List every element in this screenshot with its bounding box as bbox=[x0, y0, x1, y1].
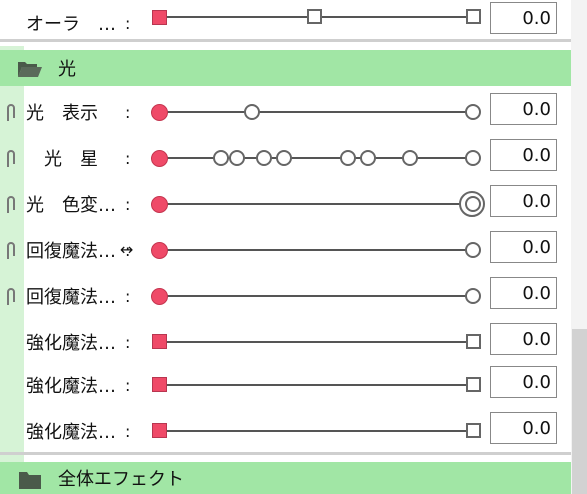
param-colon: : bbox=[125, 286, 131, 306]
paperclip-icon bbox=[7, 196, 15, 213]
keyframe-track[interactable] bbox=[159, 157, 473, 159]
folder-icon bbox=[19, 472, 41, 489]
divider bbox=[0, 452, 571, 455]
param-label: 光 星 bbox=[26, 149, 98, 170]
param-colon: : bbox=[125, 148, 131, 168]
group-header-light[interactable]: 光 bbox=[0, 50, 571, 86]
param-row: 光 色変… : 0.0 bbox=[0, 181, 571, 227]
keyframe-end[interactable] bbox=[466, 423, 481, 438]
keyframe-point[interactable] bbox=[256, 150, 272, 166]
param-label: 回復魔法… bbox=[26, 287, 116, 308]
keyframe-point[interactable] bbox=[244, 104, 260, 120]
value-field[interactable]: 0.0 bbox=[490, 231, 557, 263]
keyframe-start[interactable] bbox=[151, 196, 168, 213]
param-colon: : bbox=[125, 194, 131, 214]
param-row: 回復魔法… : 0.0 bbox=[0, 273, 571, 319]
value-field[interactable]: 0.0 bbox=[490, 277, 557, 309]
keyframe-track[interactable] bbox=[159, 111, 473, 113]
keyframe-point[interactable] bbox=[276, 150, 292, 166]
keyframe-start[interactable] bbox=[151, 242, 168, 259]
keyframe-end[interactable] bbox=[465, 242, 481, 258]
group-header-whole-effect[interactable]: 全体エフェクト bbox=[0, 462, 571, 494]
keyframe-point[interactable] bbox=[402, 150, 418, 166]
keyframe-point[interactable] bbox=[213, 150, 229, 166]
param-colon: : bbox=[125, 332, 131, 352]
keyframe-start[interactable] bbox=[152, 334, 167, 349]
keyframe-point[interactable] bbox=[340, 150, 356, 166]
param-row: 強化魔法… : 0.0 bbox=[0, 408, 571, 454]
param-row: 光 星 : 0.0 bbox=[0, 135, 571, 181]
value-field[interactable]: 0.0 bbox=[490, 2, 557, 34]
keyframe-end[interactable] bbox=[466, 334, 481, 349]
keyframe-end[interactable] bbox=[465, 104, 481, 120]
param-row: 光 表示 : 0.0 bbox=[0, 89, 571, 135]
resize-cursor-icon: ↔ bbox=[120, 240, 134, 259]
param-row: 回復魔法… : 0.0 bbox=[0, 227, 571, 273]
group-title: 全体エフェクト bbox=[58, 469, 184, 490]
param-label: 強化魔法… bbox=[26, 333, 116, 354]
value-field[interactable]: 0.0 bbox=[490, 139, 557, 171]
keyframe-track[interactable] bbox=[159, 203, 473, 205]
keyframe-end[interactable] bbox=[466, 377, 481, 392]
param-label: 光 表示 bbox=[26, 103, 98, 124]
value-field[interactable]: 0.0 bbox=[490, 93, 557, 125]
value-field[interactable]: 0.0 bbox=[490, 412, 557, 444]
divider bbox=[0, 39, 571, 42]
keyframe-track[interactable] bbox=[159, 384, 473, 386]
value-field[interactable]: 0.0 bbox=[490, 366, 557, 398]
value-field[interactable]: 0.0 bbox=[490, 185, 557, 217]
keyframe-point[interactable] bbox=[360, 150, 376, 166]
folder-open-icon bbox=[18, 62, 42, 77]
param-row: 強化魔法… : 0.0 bbox=[0, 319, 571, 365]
paperclip-icon bbox=[7, 242, 15, 259]
param-colon: : bbox=[125, 421, 131, 441]
keyframe-end[interactable] bbox=[465, 150, 481, 166]
param-colon: : bbox=[125, 375, 131, 395]
keyframe-end[interactable] bbox=[465, 288, 481, 304]
param-label: 強化魔法… bbox=[26, 376, 116, 397]
keyframe-start[interactable] bbox=[151, 150, 168, 167]
value-field[interactable]: 0.0 bbox=[490, 323, 557, 355]
keyframe-start[interactable] bbox=[152, 377, 167, 392]
keyframe-track[interactable] bbox=[159, 430, 473, 432]
scrollbar-thumb[interactable] bbox=[572, 329, 587, 494]
keyframe-start[interactable] bbox=[151, 104, 168, 121]
keyframe-track[interactable] bbox=[159, 341, 473, 343]
group-title: 光 bbox=[58, 59, 76, 80]
keyframe-track[interactable] bbox=[159, 249, 473, 251]
param-colon: : bbox=[125, 102, 131, 122]
keyframe-point[interactable] bbox=[229, 150, 245, 166]
keyframe-start[interactable] bbox=[152, 10, 167, 25]
keyframe-point[interactable] bbox=[307, 9, 322, 24]
param-label: 光 色変… bbox=[26, 195, 116, 216]
paperclip-icon bbox=[7, 288, 15, 305]
keyframe-end[interactable] bbox=[466, 9, 481, 24]
keyframe-track[interactable] bbox=[159, 295, 473, 297]
paperclip-icon bbox=[7, 150, 15, 167]
keyframe-start[interactable] bbox=[151, 288, 168, 305]
paperclip-icon bbox=[7, 104, 15, 121]
keyframe-start[interactable] bbox=[152, 423, 167, 438]
keyframe-end[interactable] bbox=[465, 196, 481, 212]
param-row: 強化魔法… : 0.0 bbox=[0, 362, 571, 408]
param-label: 強化魔法… bbox=[26, 422, 116, 443]
